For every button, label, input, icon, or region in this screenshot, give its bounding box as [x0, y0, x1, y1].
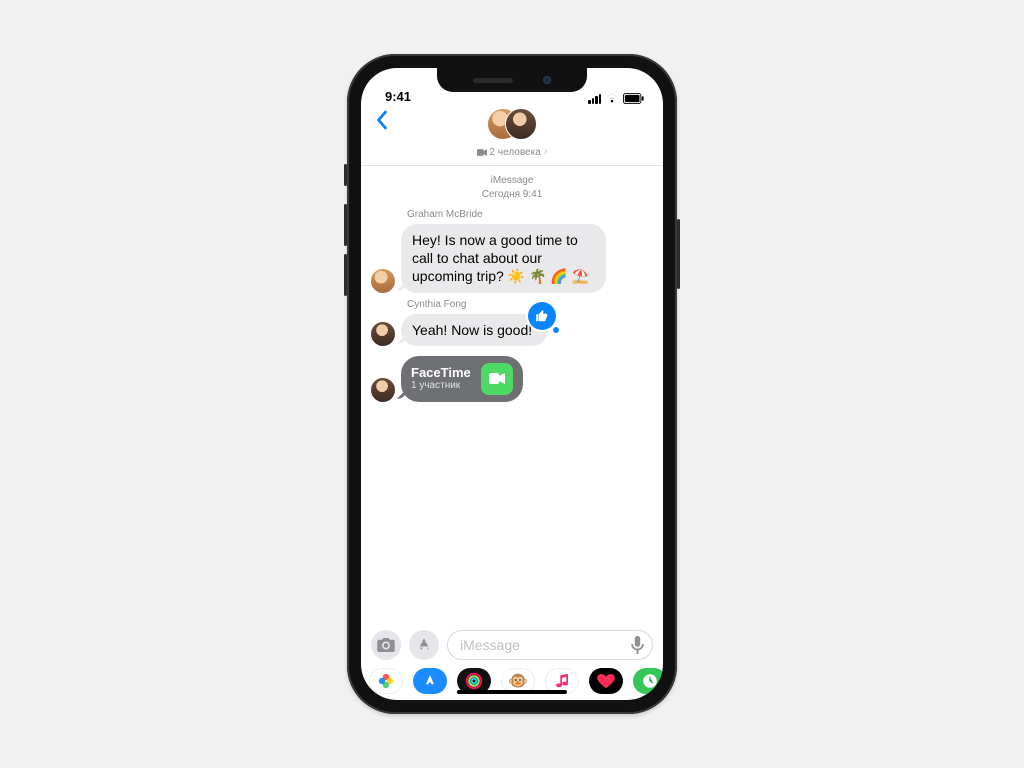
volume-up-button[interactable]: [344, 204, 347, 246]
facetime-bubble[interactable]: FaceTime 1 участник: [401, 356, 523, 402]
phone-frame: 9:41 2 человека: [347, 54, 677, 714]
battery-icon: [623, 93, 645, 104]
message-bubble[interactable]: Hey! Is now a good time to call to chat …: [401, 224, 606, 293]
message-row: Hey! Is now a good time to call to chat …: [371, 224, 653, 293]
chevron-left-icon: [375, 110, 388, 130]
tapback-like[interactable]: [528, 302, 556, 330]
volume-down-button[interactable]: [344, 254, 347, 296]
app-drawer[interactable]: 🐵: [361, 664, 663, 700]
thumbs-up-icon: [535, 309, 549, 323]
message-input[interactable]: iMessage: [447, 630, 653, 660]
camera-icon: [377, 638, 395, 652]
message-text: Hey! Is now a good time to call to chat …: [412, 232, 589, 284]
status-time: 9:41: [385, 89, 411, 104]
sender-label: Graham McBride: [407, 209, 653, 220]
photos-icon: [378, 673, 394, 689]
music-note-icon: [556, 674, 568, 688]
service-label: iMessage: [371, 174, 653, 188]
activity-rings-icon: [465, 672, 483, 690]
status-icons: [588, 93, 645, 104]
heart-icon: [597, 674, 615, 688]
video-icon: [477, 149, 487, 156]
side-button[interactable]: [677, 219, 680, 289]
earpiece-speaker: [473, 78, 513, 83]
microphone-icon[interactable]: [631, 636, 644, 654]
video-icon: [489, 373, 505, 384]
app-photos[interactable]: [369, 668, 403, 694]
monkey-face-icon: 🐵: [508, 671, 528, 691]
avatar[interactable]: [371, 322, 395, 346]
app-store-button[interactable]: [409, 630, 439, 660]
front-camera: [543, 76, 551, 84]
mute-switch[interactable]: [344, 164, 347, 186]
message-list[interactable]: iMessage Сегодня 9:41 Graham McBride Hey…: [361, 166, 663, 624]
app-store-icon: [416, 637, 432, 653]
participants-count: 2 человека: [490, 147, 541, 158]
avatar[interactable]: [371, 269, 395, 293]
timestamp-label: Сегодня 9:41: [371, 188, 653, 202]
message-row: Yeah! Now is good!: [371, 314, 653, 346]
facetime-join-button[interactable]: [481, 363, 513, 395]
wifi-icon: [605, 93, 619, 104]
camera-button[interactable]: [371, 630, 401, 660]
cellular-signal-icon: [588, 94, 601, 104]
chevron-right-icon: ›: [544, 146, 548, 158]
facetime-subtitle: 1 участник: [411, 380, 471, 391]
facetime-title: FaceTime: [411, 366, 471, 380]
app-more[interactable]: [633, 668, 663, 694]
avatar[interactable]: [371, 378, 395, 402]
facetime-row: FaceTime 1 участник: [371, 356, 653, 402]
notch: [437, 68, 587, 92]
timestamp-header: iMessage Сегодня 9:41: [371, 174, 653, 201]
avatar-participant-2: [505, 108, 537, 140]
message-input-placeholder: iMessage: [460, 637, 520, 653]
clock-icon: [642, 673, 658, 689]
compose-bar: iMessage: [361, 624, 663, 664]
app-digital-touch[interactable]: [589, 668, 623, 694]
conversation-header: 2 человека ›: [361, 106, 663, 166]
back-button[interactable]: [369, 108, 394, 134]
screen: 9:41 2 человека: [361, 68, 663, 700]
message-bubble[interactable]: Yeah! Now is good!: [401, 314, 548, 346]
message-text: Yeah! Now is good!: [412, 322, 532, 338]
app-store-a-icon: [423, 674, 437, 688]
app-imessage-store[interactable]: [413, 668, 447, 694]
home-indicator[interactable]: [457, 690, 567, 694]
group-avatar[interactable]: [487, 108, 537, 144]
header-subtitle[interactable]: 2 человека ›: [477, 146, 548, 158]
